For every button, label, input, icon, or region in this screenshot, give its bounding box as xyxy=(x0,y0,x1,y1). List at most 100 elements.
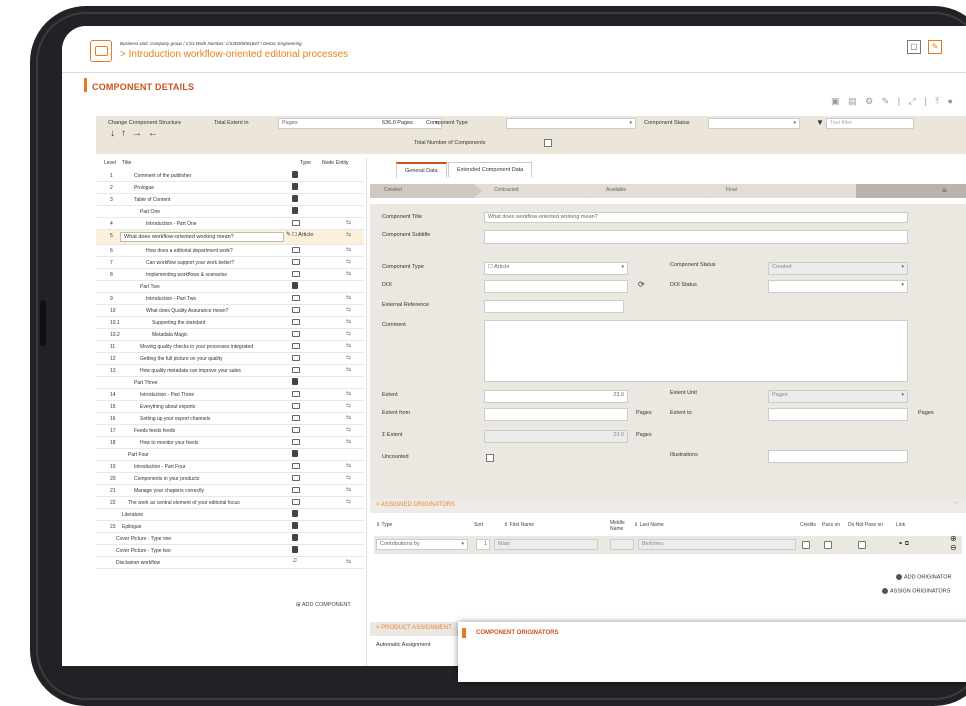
extent-unit-select[interactable]: Pages ▾ xyxy=(768,390,908,403)
entity-icon[interactable]: ⇆ xyxy=(346,474,351,481)
link-icon[interactable]: ⚭ ⧉ xyxy=(898,540,909,548)
tree-row[interactable]: 19 Introduction - Part Four ⇆ xyxy=(96,461,364,473)
add-originator-button[interactable]: ADD ORIGINATOR xyxy=(896,574,951,580)
uncounted-checkbox[interactable] xyxy=(486,454,494,462)
component-status-filter[interactable]: ▾ xyxy=(708,118,800,129)
illustrations-input[interactable] xyxy=(768,450,908,463)
tab-general-data[interactable]: General Data xyxy=(396,162,447,178)
tree-row[interactable]: Part Two xyxy=(96,281,364,293)
credits-checkbox[interactable] xyxy=(802,541,810,549)
entity-icon[interactable]: ⇆ xyxy=(346,414,351,421)
tree-row[interactable]: 4 Introduction - Part One ⇆ xyxy=(96,218,364,230)
tree-row[interactable]: 9 Introduction - Part Two ⇆ xyxy=(96,293,364,305)
workflow-step-created[interactable]: Created xyxy=(384,187,402,193)
col-do-not-pass-on[interactable]: Do Not Pass on xyxy=(848,522,883,528)
pencil-icon[interactable]: ✎ xyxy=(286,231,291,238)
component-title-input[interactable]: What does workflow-oriented working mean… xyxy=(484,212,908,223)
doi-status-select[interactable]: ▾ xyxy=(768,280,908,293)
tree-row[interactable]: 18 How to monitor your feeds ⇆ xyxy=(96,437,364,449)
do-not-pass-on-checkbox[interactable] xyxy=(858,541,866,549)
entity-icon[interactable]: ⇆ xyxy=(346,390,351,397)
tree-row[interactable]: Part Three xyxy=(96,377,364,389)
remove-row-icon[interactable]: ⊖ xyxy=(950,543,957,552)
tree-row[interactable]: 22 The work as central element of your ed… xyxy=(96,497,364,509)
component-type-filter[interactable]: ▾ xyxy=(506,118,636,129)
tree-row[interactable]: 13 How quality metadata can improve your … xyxy=(96,365,364,377)
col-first-name[interactable]: ⇕ First Name xyxy=(504,522,534,528)
extent-to-input[interactable] xyxy=(768,408,908,421)
workflow-step-final[interactable]: Final xyxy=(726,187,737,193)
assigned-originators-toggle[interactable]: > ASSIGNED ORIGINATORS xyxy=(376,502,455,508)
entity-icon[interactable]: ⇆ xyxy=(346,438,351,445)
tree-row[interactable]: Literature xyxy=(96,509,364,521)
col-last-name[interactable]: ⇕ Last Name xyxy=(634,522,664,528)
total-extent-unit-select[interactable]: Pages ▾ xyxy=(278,118,442,129)
filter-icon[interactable]: ▼ xyxy=(816,118,824,127)
tree-row[interactable]: 6 How does a editorial department work? ⇆ xyxy=(96,245,364,257)
tree-row[interactable]: Part One xyxy=(96,206,364,218)
doi-input[interactable] xyxy=(484,280,628,293)
add-row-icon[interactable]: ⊕ xyxy=(950,534,957,543)
originator-sort-input[interactable]: 1 xyxy=(476,539,490,550)
toolbar-icons[interactable]: ▣ ▤ ⚙ ✎ | ⤢ | ⤒ ● xyxy=(831,96,956,107)
tree-row[interactable]: 23 Epilogue xyxy=(96,521,364,533)
col-sort[interactable]: Sort xyxy=(474,522,483,528)
edit-button[interactable]: ✎ xyxy=(928,40,942,54)
entity-icon[interactable]: ⇆ xyxy=(346,342,351,349)
tree-row[interactable]: Cover Picture - Type one xyxy=(96,533,364,545)
tree-row[interactable]: 1 Comment of the publisher xyxy=(96,170,364,182)
component-status-select[interactable]: Created ▾ xyxy=(768,262,908,275)
tree-row[interactable]: 15 Everything about exports ⇆ xyxy=(96,401,364,413)
workflow-step-available[interactable]: Available xyxy=(606,187,626,193)
tree-row[interactable]: 10.2 Metadata Magic ⇆ xyxy=(96,329,364,341)
tree-row[interactable]: 20 Components in your products ⇆ xyxy=(96,473,364,485)
entity-icon[interactable]: ⇆ xyxy=(346,258,351,265)
tree-row[interactable]: 17 Feeds feeds feeds ⇆ xyxy=(96,425,364,437)
entity-icon[interactable]: ⇆ xyxy=(346,330,351,337)
entity-icon[interactable]: ⇆ xyxy=(346,246,351,253)
entity-icon[interactable]: ⇆ xyxy=(346,294,351,301)
tree-row[interactable]: 14 Introduction - Part Three ⇆ xyxy=(96,389,364,401)
structure-icon[interactable] xyxy=(90,40,112,62)
move-arrows[interactable]: ↓↑→← xyxy=(110,128,164,139)
entity-icon[interactable]: ⇆ xyxy=(346,402,351,409)
refresh-icon[interactable]: ⟳ xyxy=(638,280,645,289)
extent-from-input[interactable] xyxy=(484,408,628,421)
product-assignment-toggle[interactable]: > PRODUCT ASSIGNMENT xyxy=(376,625,452,631)
entity-icon[interactable]: ⇆ xyxy=(346,270,351,277)
workflow-settings-icon[interactable]: ≡ xyxy=(942,186,947,195)
tree-row[interactable]: 16 Setting up your export channels ⇆ xyxy=(96,413,364,425)
bookmark-button[interactable]: ▢ xyxy=(907,40,921,54)
component-subtitle-input[interactable] xyxy=(484,230,908,244)
entity-icon[interactable]: ⇆ xyxy=(346,306,351,313)
entity-icon[interactable]: ⇆ xyxy=(346,354,351,361)
tree-row[interactable]: 5 What does workflow-oriented working mea… xyxy=(96,230,364,245)
pane-divider[interactable] xyxy=(366,158,367,666)
breadcrumb[interactable]: Business Unit: Company group / CS3 Work … xyxy=(120,41,302,46)
tree-row[interactable]: 21 Manage your chapters correctly ⇆ xyxy=(96,485,364,497)
extent-input[interactable]: 23.0 xyxy=(484,390,628,403)
entity-icon[interactable]: ⇆ xyxy=(346,498,351,505)
total-components-checkbox[interactable] xyxy=(544,139,552,147)
assign-originators-button[interactable]: ASSIGN ORIGINATORS xyxy=(882,588,950,594)
tab-extended-component-data[interactable]: Extended Component Data xyxy=(448,162,533,177)
tree-row[interactable]: 12 Getting the full picture on your quali… xyxy=(96,353,364,365)
assigned-originators-header[interactable]: > ASSIGNED ORIGINATORS ⌃ xyxy=(370,499,966,513)
tree-row[interactable]: 11 Moving quality checks in your processe… xyxy=(96,341,364,353)
col-type[interactable]: ⇕ Type xyxy=(376,522,392,528)
tree-row[interactable]: 3 Table of Content xyxy=(96,194,364,206)
entity-icon[interactable]: ⇆ xyxy=(346,558,351,565)
originator-type-select[interactable]: Contributions by ▾ xyxy=(376,539,468,550)
text-filter-input[interactable]: Text filter xyxy=(826,118,914,129)
tree-row[interactable]: Part Four xyxy=(96,449,364,461)
entity-icon[interactable]: ⇆ xyxy=(346,219,351,226)
collapse-icon[interactable]: ⌃ xyxy=(954,502,959,508)
entity-icon[interactable]: ⇆ xyxy=(346,366,351,373)
tree-row[interactable]: 7 Can workflow support your work better? ⇆ xyxy=(96,257,364,269)
entity-icon[interactable]: ⇆ xyxy=(346,231,351,238)
entity-icon[interactable]: ⇆ xyxy=(346,318,351,325)
entity-icon[interactable]: ⇆ xyxy=(346,426,351,433)
workflow-step-contracted[interactable]: Contracted xyxy=(494,187,518,193)
tree-row[interactable]: 8 Implementing workflows & scenarios ⇆ xyxy=(96,269,364,281)
entity-icon[interactable]: ⇆ xyxy=(346,486,351,493)
